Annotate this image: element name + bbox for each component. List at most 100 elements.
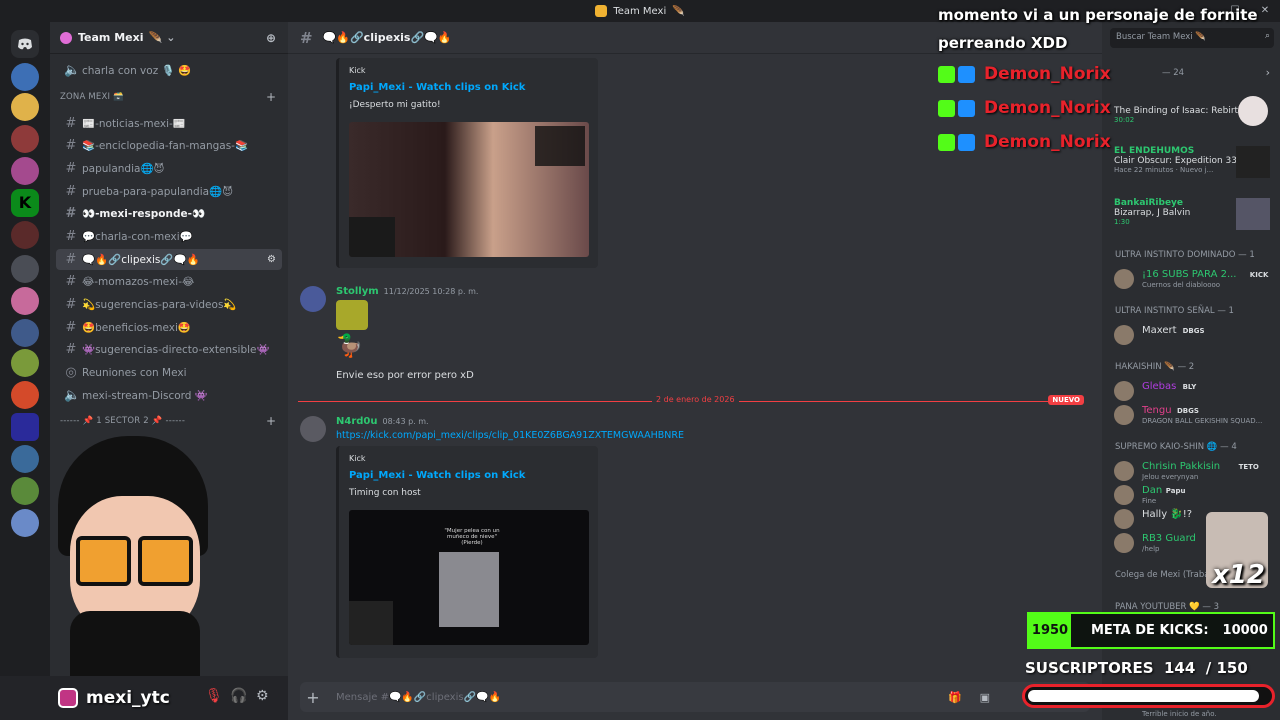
server-icon[interactable] xyxy=(11,477,39,505)
server-icon[interactable] xyxy=(11,413,39,441)
verified-badge-icon xyxy=(958,133,975,151)
activity-card[interactable]: BankaiRibeye Bizarrap, J Balvin 1:30 xyxy=(1114,198,1190,226)
message-author[interactable]: Stollym 11/12/2025 10:28 p. m. xyxy=(336,286,478,297)
gif-icon[interactable]: ▣ xyxy=(980,691,990,704)
chevron-down-icon: ⌄ xyxy=(166,31,176,44)
kick-badge-icon xyxy=(938,99,955,117)
mute-icon[interactable]: 🎙 xyxy=(205,688,223,704)
channel-label: 📚-enciclopedia-fan-mangas-📚 xyxy=(82,140,249,152)
speaker-icon: 🔈 xyxy=(64,63,81,78)
avatar xyxy=(1114,485,1134,505)
message-author[interactable]: N4rd0u 08:43 p. m. xyxy=(336,416,429,427)
channel-item[interactable]: # 💫sugerencias-para-videos💫 xyxy=(56,294,282,315)
add-channel-icon[interactable]: + xyxy=(266,414,276,428)
server-icon[interactable] xyxy=(11,349,39,377)
server-avatar-icon xyxy=(60,31,72,44)
multiplier-label: x12 xyxy=(1212,560,1265,590)
channel-item[interactable]: ◎ Reuniones con Mexi xyxy=(56,362,282,383)
chevron-right-icon[interactable]: › xyxy=(1266,66,1270,79)
channel-category[interactable]: ------ 📌 1 SECTOR 2 📌 ------ xyxy=(60,416,185,426)
channel-item[interactable]: # 👀-mexi-responde-👀 xyxy=(56,203,282,224)
add-channel-icon[interactable]: + xyxy=(266,90,276,104)
channel-item[interactable]: 🔈 charla con voz 🎙️ 🤩 xyxy=(56,60,282,81)
avatar[interactable] xyxy=(300,416,326,442)
activity-card[interactable]: The Binding of Isaac: Rebirth 30:02 xyxy=(1114,106,1244,124)
server-icon[interactable] xyxy=(11,287,39,315)
avatar xyxy=(1114,509,1134,529)
server-icon[interactable] xyxy=(11,255,39,283)
server-icon[interactable] xyxy=(11,221,39,249)
message-composer[interactable]: + Mensaje #🗨️🔥🔗clipexis🔗🗨️🔥 🎁 ▣ xyxy=(300,682,1090,712)
kick-server-icon[interactable]: K xyxy=(11,189,39,217)
activity-user: BankaiRibeye xyxy=(1114,198,1184,208)
server-icon[interactable] xyxy=(11,63,39,91)
video-frame xyxy=(439,552,499,627)
channel-label: 👀-mexi-responde-👀 xyxy=(82,208,206,220)
channel-item[interactable]: 🔈 mexi-stream-Discord 👾 xyxy=(56,385,282,406)
server-header[interactable]: Team Mexi 🪶 ⌄ ⊕ xyxy=(50,22,288,54)
embed-provider: Kick xyxy=(349,454,366,463)
sticker-image[interactable] xyxy=(336,300,368,330)
server-icon[interactable] xyxy=(11,319,39,347)
avatar[interactable] xyxy=(300,286,326,312)
add-attachment-icon[interactable]: + xyxy=(300,688,326,707)
search-input[interactable]: Buscar Team Mexi 🪶 xyxy=(1110,28,1274,48)
embed-title-link[interactable]: Papi_Mexi - Watch clips on Kick xyxy=(349,470,525,481)
channel-item[interactable]: # 🤩beneficios-mexi🤩 xyxy=(56,317,282,338)
avatar xyxy=(1114,533,1134,553)
channel-label: 📰-noticias-mexi-📰 xyxy=(82,118,186,130)
message-timestamp: 08:43 p. m. xyxy=(382,417,429,426)
gear-icon[interactable]: ⚙ xyxy=(256,688,269,704)
deafen-icon[interactable]: 🎧 xyxy=(230,688,247,704)
member-item[interactable]: Maxert DBGS xyxy=(1114,324,1274,346)
channel-item[interactable]: # papulandia🌐😈 xyxy=(56,158,282,179)
channel-item[interactable]: # prueba-para-papulandia🌐😈 xyxy=(56,181,282,202)
guild-tag: DBGS xyxy=(1177,407,1199,415)
embed-title-link[interactable]: Papi_Mexi - Watch clips on Kick xyxy=(349,82,525,93)
channel-item[interactable]: # 📰-noticias-mexi-📰 xyxy=(56,113,282,134)
clip-thumbnail[interactable]: "Mujer pelea con un muñeco de nieve" (Pi… xyxy=(349,510,589,645)
goal-label: META DE KICKS: xyxy=(1091,623,1209,638)
gift-icon[interactable]: 🎁 xyxy=(948,691,962,704)
activity-card[interactable]: EL ENDEHUMOS Clair Obscur: Expedition 33… xyxy=(1114,146,1237,174)
activity-title: Clair Obscur: Expedition 33 xyxy=(1114,156,1237,166)
clip-thumbnail[interactable] xyxy=(349,122,589,257)
goal-target: 10000 xyxy=(1222,623,1268,638)
server-icon[interactable] xyxy=(11,157,39,185)
clip-link[interactable]: https://kick.com/papi_mexi/clips/clip_01… xyxy=(336,430,684,441)
direct-messages-button[interactable] xyxy=(11,30,39,58)
verified-badge-icon xyxy=(958,65,975,83)
member-item[interactable]: Chrisin Pakkisin TETO Jelou everynyan xyxy=(1114,460,1274,482)
subs-progress-fill xyxy=(1028,690,1260,702)
member-item[interactable]: Tengu DBGS DRAGON BALL GEKISHIN SQUAD... xyxy=(1114,404,1274,426)
channel-item[interactable]: # 👾sugerencias-directo-extensible👾 xyxy=(56,339,282,360)
group-count: — 24 xyxy=(1162,68,1185,78)
server-icon[interactable] xyxy=(11,381,39,409)
server-icon[interactable] xyxy=(11,93,39,121)
channel-item[interactable]: # 😂-momazos-mexi-😂 xyxy=(56,271,282,292)
channel-label: papulandia🌐😈 xyxy=(82,163,165,175)
channel-item[interactable]: # 📚-enciclopedia-fan-mangas-📚 xyxy=(56,135,282,156)
server-icon[interactable] xyxy=(11,445,39,473)
channel-category[interactable]: ZONA MEXI 🗃️ xyxy=(60,92,124,102)
overlay-title: perreando XDD xyxy=(938,34,1068,52)
channel-item[interactable]: # 💬charla-con-mexi💬 xyxy=(56,226,282,247)
channel-item[interactable]: # 🗨️🔥🔗clipexis🔗🗨️🔥 ⚙ xyxy=(56,249,282,270)
feather-icon: 🪶 xyxy=(672,5,685,17)
hash-icon: # xyxy=(65,274,77,289)
divider-date: 2 de enero de 2026 xyxy=(652,395,739,404)
add-member-icon[interactable]: ⊕ xyxy=(266,31,276,45)
member-item[interactable]: Dan Papu Fine xyxy=(1114,484,1274,506)
raider-line: Demon_Norix xyxy=(938,131,1111,153)
member-status: Cuernos del diabloooo xyxy=(1142,281,1221,289)
activity-title: The Binding of Isaac: Rebirth xyxy=(1114,106,1244,116)
member-item[interactable]: ¡16 SUBS PARA 2... KICK Cuernos del diablo… xyxy=(1114,268,1274,290)
channel-label: 💬charla-con-mexi💬 xyxy=(82,231,193,243)
speaker-icon: 🔈 xyxy=(64,388,81,403)
server-icon[interactable] xyxy=(11,125,39,153)
member-item[interactable]: Glebas BLY xyxy=(1114,380,1274,402)
avatar xyxy=(1114,325,1134,345)
activity-user: EL ENDEHUMOS xyxy=(1114,146,1195,156)
gear-icon[interactable]: ⚙ xyxy=(267,254,276,265)
server-icon[interactable] xyxy=(11,509,39,537)
